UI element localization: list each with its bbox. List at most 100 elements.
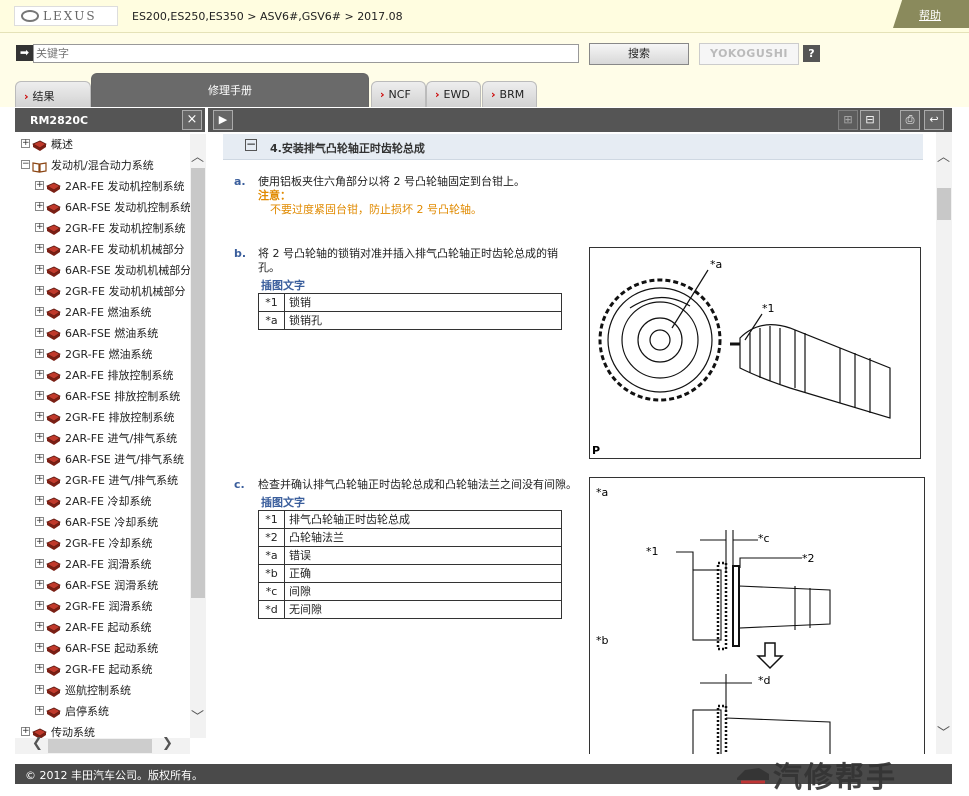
tree-item[interactable]: +6AR-FSE 进气/排气系统: [15, 449, 190, 470]
expand-icon[interactable]: +: [35, 223, 44, 232]
yokogushi-button[interactable]: YOKOGUSHI: [699, 43, 799, 65]
manual-tree: + 概述 − 发动机/混合动力系统 +2AR-FE 发动机控制系统 +6AR-FSE 发动…: [15, 134, 190, 738]
tree-item[interactable]: + 概述: [15, 134, 190, 155]
lexus-logo: LEXUS: [14, 6, 118, 26]
tree-item[interactable]: +2GR-FE 冷却系统: [15, 533, 190, 554]
content-vertical-scrollbar[interactable]: [936, 132, 952, 754]
scroll-up-icon[interactable]: ︿: [937, 146, 950, 165]
return-icon[interactable]: ↩: [924, 110, 944, 130]
expand-icon[interactable]: +: [35, 517, 44, 526]
expand-icon[interactable]: +: [35, 580, 44, 589]
expand-icon[interactable]: +: [35, 664, 44, 673]
expand-icon[interactable]: +: [35, 685, 44, 694]
expand-all-icon[interactable]: ⊞: [838, 110, 858, 130]
tree-item[interactable]: +2AR-FE 发动机机械部分: [15, 239, 190, 260]
tree-item[interactable]: +2AR-FE 起动系统: [15, 617, 190, 638]
expand-icon[interactable]: +: [21, 727, 30, 736]
tree-item[interactable]: +6AR-FSE 起动系统: [15, 638, 190, 659]
table-row: *2 凸轮轴法兰: [258, 528, 562, 547]
expand-icon[interactable]: +: [35, 601, 44, 610]
keyword-search-input[interactable]: [33, 44, 579, 63]
tree-hscroll-thumb[interactable]: [48, 739, 152, 753]
expand-icon[interactable]: +: [35, 559, 44, 568]
tree-item[interactable]: + 启停系统: [15, 701, 190, 722]
book-icon: [46, 453, 61, 466]
help-link[interactable]: 帮助: [893, 0, 969, 28]
tree-item[interactable]: +2GR-FE 进气/排气系统: [15, 470, 190, 491]
expand-icon[interactable]: +: [35, 265, 44, 274]
search-arrow-icon[interactable]: ➡: [16, 45, 33, 61]
tree-item[interactable]: +6AR-FSE 燃油系统: [15, 323, 190, 344]
tree-item-label: 2GR-FE 润滑系统: [65, 600, 153, 613]
tree-item-label: 2AR-FE 发动机机械部分: [65, 243, 185, 256]
tree-item[interactable]: +2GR-FE 发动机控制系统: [15, 218, 190, 239]
tree-item[interactable]: +2AR-FE 燃油系统: [15, 302, 190, 323]
book-icon: [46, 621, 61, 634]
tree-item[interactable]: +2AR-FE 进气/排气系统: [15, 428, 190, 449]
expand-icon[interactable]: +: [35, 244, 44, 253]
tree-item[interactable]: + 巡航控制系统: [15, 680, 190, 701]
scroll-up-icon[interactable]: ︿: [191, 146, 204, 165]
scroll-down-icon[interactable]: ﹀: [191, 706, 204, 725]
expand-icon[interactable]: +: [35, 286, 44, 295]
tree-item[interactable]: +2AR-FE 排放控制系统: [15, 365, 190, 386]
tree-item[interactable]: +2GR-FE 起动系统: [15, 659, 190, 680]
tree-item[interactable]: − 发动机/混合动力系统: [15, 155, 190, 176]
tab-repair-manual[interactable]: 修理手册: [91, 73, 369, 107]
question-help-icon[interactable]: ?: [803, 45, 820, 62]
tree-item-label: 发动机/混合动力系统: [51, 159, 154, 172]
tree-item[interactable]: +2GR-FE 润滑系统: [15, 596, 190, 617]
search-button[interactable]: 搜索: [589, 43, 689, 65]
expand-icon[interactable]: +: [35, 622, 44, 631]
close-icon[interactable]: ×: [182, 110, 202, 130]
search-bar: ➡ 搜索 YOKOGUSHI ?: [0, 33, 969, 73]
tree-item-label: 2AR-FE 起动系统: [65, 621, 152, 634]
expand-icon[interactable]: +: [35, 412, 44, 421]
play-icon[interactable]: ▶: [213, 110, 233, 130]
tree-scroll-thumb[interactable]: [191, 168, 205, 598]
expand-icon[interactable]: +: [35, 433, 44, 442]
expand-icon[interactable]: +: [35, 391, 44, 400]
tree-item[interactable]: +2AR-FE 润滑系统: [15, 554, 190, 575]
expand-icon[interactable]: +: [35, 370, 44, 379]
tree-item[interactable]: +2AR-FE 冷却系统: [15, 491, 190, 512]
expand-icon[interactable]: +: [35, 706, 44, 715]
tab-ewd[interactable]: › EWD: [426, 81, 481, 107]
figure-label-c: *c: [758, 532, 770, 545]
tree-item[interactable]: +6AR-FSE 发动机控制系统: [15, 197, 190, 218]
collapse-section-icon[interactable]: −: [245, 138, 257, 151]
tree-item[interactable]: +2GR-FE 排放控制系统: [15, 407, 190, 428]
tree-item[interactable]: +2GR-FE 燃油系统: [15, 344, 190, 365]
tree-item[interactable]: +6AR-FSE 冷却系统: [15, 512, 190, 533]
tree-item[interactable]: +2AR-FE 发动机控制系统: [15, 176, 190, 197]
expand-icon[interactable]: +: [35, 181, 44, 190]
expand-icon[interactable]: +: [35, 328, 44, 337]
watermark: 汽修帮手: [735, 752, 969, 794]
tree-item[interactable]: +2GR-FE 发动机机械部分: [15, 281, 190, 302]
content-scroll-thumb[interactable]: [937, 188, 951, 220]
tab-brm[interactable]: › BRM: [482, 81, 537, 107]
expand-icon[interactable]: +: [35, 349, 44, 358]
scroll-left-icon[interactable]: ❮: [32, 736, 43, 751]
tree-item-label: 2GR-FE 发动机机械部分: [65, 285, 186, 298]
tree-item[interactable]: +6AR-FSE 润滑系统: [15, 575, 190, 596]
collapse-icon[interactable]: −: [21, 160, 30, 169]
tree-item[interactable]: +6AR-FSE 发动机机械部分: [15, 260, 190, 281]
expand-icon[interactable]: +: [35, 202, 44, 211]
tree-item[interactable]: +6AR-FSE 排放控制系统: [15, 386, 190, 407]
expand-icon[interactable]: +: [21, 139, 30, 148]
tab-results[interactable]: › 结果: [15, 81, 91, 107]
tab-label: BRM: [499, 88, 525, 101]
expand-icon[interactable]: +: [35, 496, 44, 505]
expand-icon[interactable]: +: [35, 475, 44, 484]
expand-icon[interactable]: +: [35, 643, 44, 652]
book-icon: [46, 390, 61, 403]
collapse-all-icon[interactable]: ⊟: [860, 110, 880, 130]
scroll-right-icon[interactable]: ❯: [162, 736, 173, 751]
scroll-down-icon[interactable]: ﹀: [937, 722, 950, 741]
expand-icon[interactable]: +: [35, 538, 44, 547]
print-icon[interactable]: ⎙: [900, 110, 920, 130]
expand-icon[interactable]: +: [35, 454, 44, 463]
expand-icon[interactable]: +: [35, 307, 44, 316]
tab-ncf[interactable]: › NCF: [371, 81, 426, 107]
